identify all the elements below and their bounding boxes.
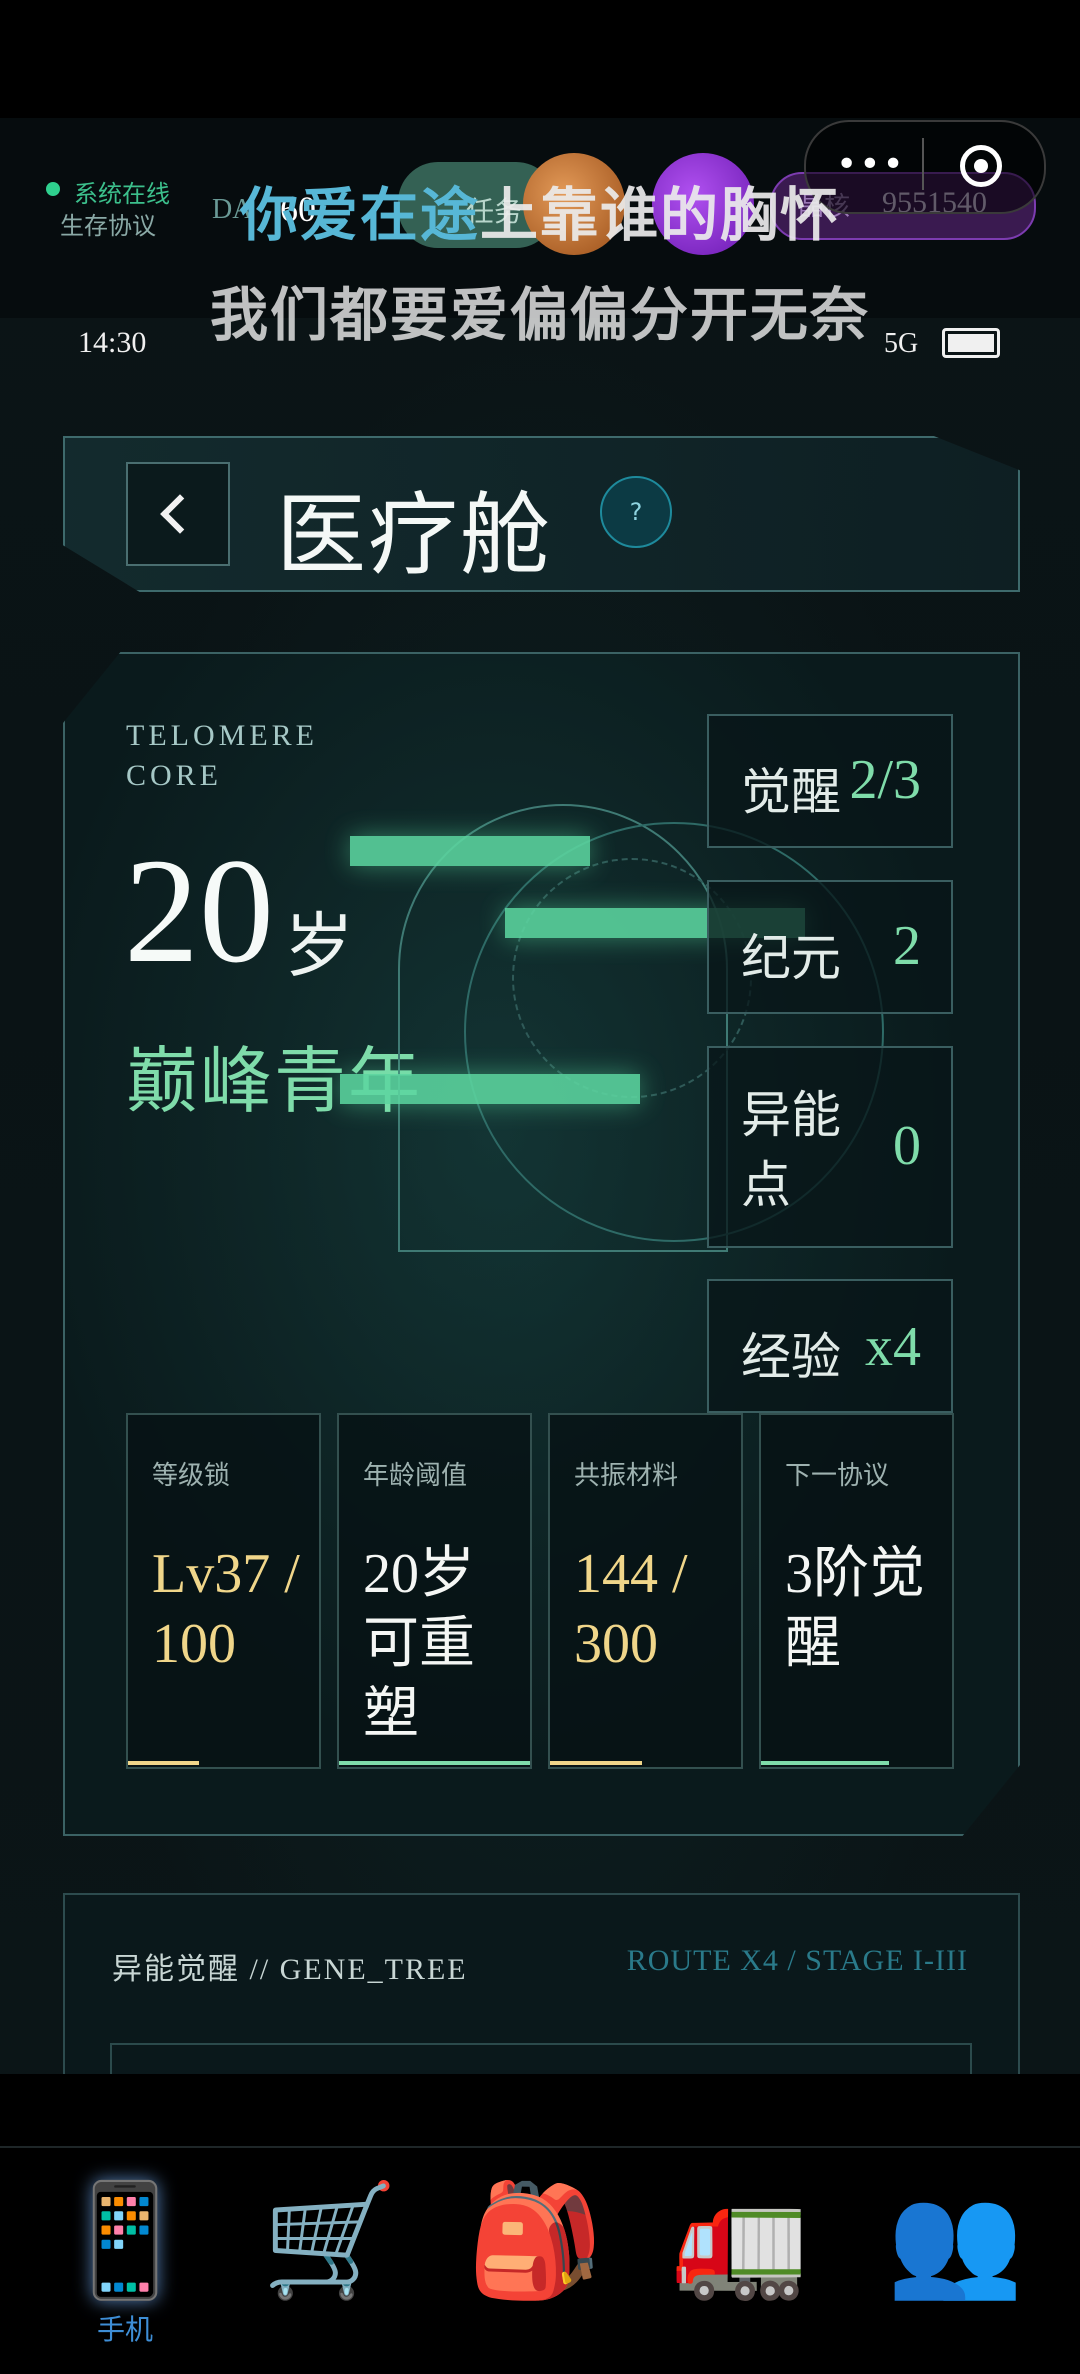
metric-value: 3阶觉醒 (785, 1543, 925, 1675)
tab-backpack[interactable]: 🎒 (460, 2170, 610, 2310)
status-network: 5G (884, 328, 919, 359)
stat-label: 经验 (741, 1328, 841, 1386)
metric-label: 等级锁 (152, 1461, 231, 1491)
phone-icon: 📱 (56, 2176, 194, 2304)
battery-icon (942, 328, 1000, 358)
tab-label: 手机 (96, 2313, 153, 2346)
metric-label: 年龄阈值 (363, 1461, 468, 1491)
stat-awakening: 觉醒 2/3 (707, 714, 953, 848)
truck-icon: 🚛 (671, 2176, 809, 2304)
metric-value: 144 / 300 (574, 1543, 688, 1675)
lyric-line-1-highlight: 你爱在途 (239, 181, 480, 249)
scan-beam (340, 1074, 640, 1104)
stat-value: 2 (893, 915, 921, 977)
stat-value: 2/3 (849, 749, 921, 811)
top-band (0, 0, 1080, 118)
chevron-left-icon (160, 494, 200, 534)
metric-label: 下一协议 (785, 1461, 890, 1491)
stat-experience: 经验 x4 (707, 1279, 953, 1413)
stat-era: 纪元 2 (707, 880, 953, 1014)
status-time: 14:30 (78, 326, 147, 359)
tab-phone[interactable]: 📱 手机 (50, 2170, 200, 2346)
stat-value: x4 (865, 1316, 921, 1378)
metric-value: 20岁可重塑 (363, 1543, 475, 1745)
metric-progress-bar (128, 1761, 199, 1765)
stat-label: 异能点 (741, 1086, 841, 1214)
tab-bar-divider (0, 2146, 1080, 2148)
metric-resonance-material: 共振材料 144 / 300 (548, 1413, 743, 1769)
gene-tree-route: ROUTE X4 / STAGE I-III (626, 1944, 968, 1977)
tab-shop[interactable]: 🛒 (255, 2170, 405, 2310)
tab-transport[interactable]: 🚛 (665, 2170, 815, 2310)
people-icon: 👥 (886, 2176, 1024, 2304)
stat-ability-points: 异能点 0 (707, 1046, 953, 1248)
tab-social[interactable]: 👥 (880, 2170, 1030, 2310)
metric-level-lock: 等级锁 Lv37 / 100 (126, 1413, 321, 1769)
help-button[interactable]: ? (600, 476, 672, 548)
metric-progress-bar (761, 1761, 889, 1765)
metric-next-protocol: 下一协议 3阶觉醒 (759, 1413, 954, 1769)
stat-label: 纪元 (741, 929, 841, 987)
metric-progress-bar (339, 1761, 530, 1765)
scan-beam (350, 836, 590, 866)
stat-label: 觉醒 (741, 763, 841, 821)
age-value: 20 (124, 828, 274, 994)
metric-label: 共振材料 (574, 1461, 679, 1491)
lyric-line-1-rest: 上靠谁的胸怀 (480, 181, 841, 249)
metric-progress-bar (550, 1761, 642, 1765)
metric-age-threshold: 年龄阈值 20岁可重塑 (337, 1413, 532, 1769)
core-label: TELOMERE CORE (126, 719, 318, 792)
back-button[interactable] (126, 462, 230, 566)
metric-value: Lv37 / 100 (152, 1543, 300, 1675)
stat-value: 0 (893, 1115, 921, 1177)
gene-tree-title: 异能觉醒 // GENE_TREE (112, 1953, 468, 1986)
lyric-line-1: 你爱在途上靠谁的胸怀 (0, 168, 1080, 252)
age-unit: 岁 (284, 909, 354, 986)
page-title: 医疗舱 (276, 487, 552, 586)
backpack-icon: 🎒 (466, 2176, 604, 2304)
cart-icon: 🛒 (261, 2176, 399, 2304)
